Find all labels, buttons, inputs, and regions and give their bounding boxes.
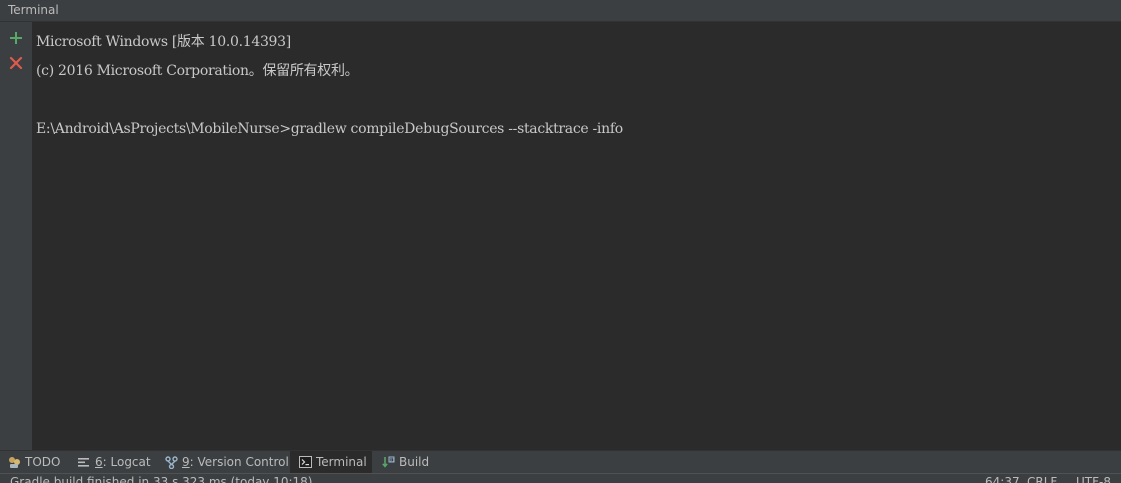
tab-terminal[interactable]: Terminal — [290, 451, 372, 473]
tab-todo[interactable]: TODO — [8, 451, 60, 473]
tab-version-control[interactable]: 9: Version Control — [165, 451, 289, 473]
terminal-output[interactable]: Microsoft Windows [版本 10.0.14393] (c) 20… — [33, 22, 1121, 450]
branch-icon — [165, 455, 178, 469]
terminal-toolstrip — [0, 22, 33, 450]
caret-position[interactable]: 64:37 — [985, 475, 1020, 483]
tab-number: 9 — [182, 455, 190, 469]
ide-window: Terminal Microsoft Windows [版本 10.0.1439… — [0, 0, 1121, 483]
tab-build[interactable]: 01 Build — [382, 451, 429, 473]
terminal-title-bar: Terminal — [0, 0, 1121, 22]
tool-window-tabs: TODO 6: Logcat 9: Version Control Termin… — [0, 450, 1121, 473]
tab-label: Terminal — [316, 455, 367, 469]
status-bar: Gradle build finished in 33 s 323 ms (to… — [0, 473, 1121, 483]
new-session-button[interactable] — [6, 28, 26, 48]
line-separator[interactable]: CRLF — [1027, 475, 1057, 483]
terminal-icon — [299, 456, 312, 468]
svg-text:01: 01 — [390, 457, 395, 462]
panel-title: Terminal — [8, 3, 59, 17]
tab-label: : Logcat — [102, 455, 151, 469]
logcat-icon — [78, 457, 91, 468]
plus-icon — [10, 32, 22, 44]
status-message[interactable]: Gradle build finished in 33 s 323 ms (to… — [10, 475, 312, 483]
tab-label: TODO — [25, 455, 61, 469]
close-session-button[interactable] — [6, 53, 26, 73]
tab-label: Build — [399, 455, 430, 469]
tab-logcat[interactable]: 6: Logcat — [78, 451, 151, 473]
file-encoding[interactable]: UTF-8 — [1076, 475, 1111, 483]
terminal-line: (c) 2016 Microsoft Corporation。保留所有权利。 — [36, 63, 359, 79]
build-icon: 01 — [382, 456, 395, 469]
tab-label: : Version Control — [189, 455, 289, 469]
tab-number: 6 — [95, 455, 103, 469]
todo-icon — [8, 456, 21, 469]
terminal-prompt-line: E:\Android\AsProjects\MobileNurse>gradle… — [36, 121, 623, 137]
close-icon — [9, 56, 23, 70]
terminal-line: Microsoft Windows [版本 10.0.14393] — [36, 34, 291, 50]
